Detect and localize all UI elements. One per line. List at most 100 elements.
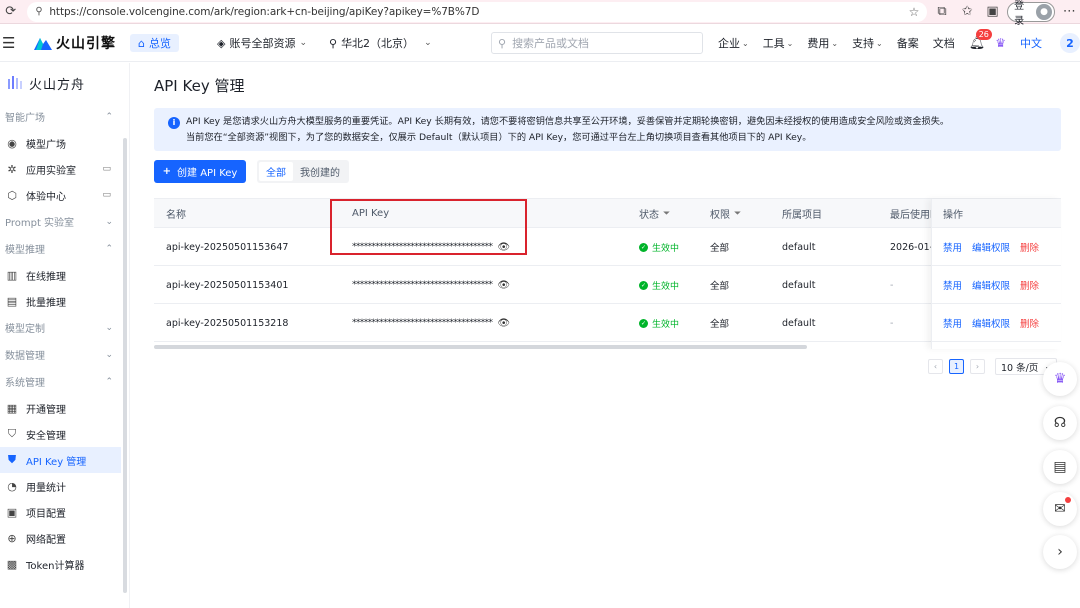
- nav-docs[interactable]: 文档: [933, 35, 955, 51]
- site-info-icon[interactable]: ⚲: [35, 6, 49, 17]
- chevron-right-icon: ›: [1057, 544, 1063, 560]
- sidebar-group-data-management[interactable]: 数据管理 ⌄: [0, 341, 129, 368]
- sidebar-item-security[interactable]: ⛉ 安全管理: [0, 421, 129, 447]
- sidebar-group-inference[interactable]: 模型推理 ⌃: [0, 235, 129, 262]
- notice-line-1: API Key 是您请求火山方舟大模型服务的重要凭证。API Key 长期有效，…: [186, 116, 950, 127]
- col-permission[interactable]: 权限 ⏷: [710, 199, 741, 228]
- sidebar-group-smart-square[interactable]: 智能广场 ⌃: [0, 103, 129, 130]
- overview-button[interactable]: ⌂ 总览: [130, 34, 179, 52]
- delete-button[interactable]: 删除: [1020, 240, 1039, 254]
- sidebar-item-network-config[interactable]: ⊕ 网络配置: [0, 525, 129, 551]
- sidebar-item-activation[interactable]: ▦ 开通管理: [0, 395, 129, 421]
- filter-icon[interactable]: ⏷: [663, 209, 670, 219]
- disable-button[interactable]: 禁用: [943, 278, 962, 292]
- edit-permission-button[interactable]: 编辑权限: [972, 316, 1010, 330]
- nav-billing[interactable]: 费用 ⌄: [807, 35, 838, 51]
- project-value: default: [782, 241, 816, 253]
- book-icon: ▤: [1053, 459, 1067, 475]
- table-row: api-key-20250501153401 *****************…: [154, 266, 1061, 304]
- filter-icon[interactable]: ⏷: [734, 209, 741, 219]
- external-window-icon: ▭: [102, 164, 111, 174]
- hamburger-menu-icon[interactable]: ☰: [2, 34, 24, 52]
- collections-icon[interactable]: ▣: [982, 1, 1003, 23]
- sidebar-group-system[interactable]: 系统管理 ⌃: [0, 368, 129, 395]
- delete-button[interactable]: 删除: [1020, 278, 1039, 292]
- eye-icon[interactable]: 👁︎: [497, 280, 510, 291]
- sidebar-item-experience[interactable]: ⬡ 体验中心 ▭: [0, 182, 129, 208]
- create-api-key-button[interactable]: + 创建 API Key: [154, 160, 246, 183]
- region-selector[interactable]: ⚲ 华北2（北京） ⌄: [329, 35, 432, 51]
- globe-icon: ⊕: [7, 531, 17, 545]
- search-input[interactable]: ⚲ 搜索产品或文档: [491, 32, 703, 54]
- more-menu-icon[interactable]: ⋯: [1059, 1, 1080, 23]
- project-value: default: [782, 279, 816, 291]
- filter-mine[interactable]: 我创建的: [293, 162, 347, 181]
- address-bar[interactable]: ⚲ https://console.volcengine.com/ark/reg…: [27, 1, 928, 22]
- main-content: API Key 管理 i API Key 是您请求火山方舟大模型服务的重要凭证。…: [131, 63, 1080, 608]
- sidebar-group-model-custom[interactable]: 模型定制 ⌄: [0, 314, 129, 341]
- edit-permission-button[interactable]: 编辑权限: [972, 278, 1010, 292]
- account-resource-selector[interactable]: ◈ 账号全部资源 ⌄: [217, 35, 307, 51]
- nav-support[interactable]: 支持 ⌄: [852, 35, 883, 51]
- edit-permission-button[interactable]: 编辑权限: [972, 240, 1010, 254]
- page-number-current[interactable]: 1: [949, 359, 964, 374]
- sidebar-item-app-lab[interactable]: ✲ 应用实验室 ▭: [0, 156, 129, 182]
- nav-enterprise[interactable]: 企业 ⌄: [718, 35, 749, 51]
- table-row: api-key-20250501153218 *****************…: [154, 304, 1061, 342]
- login-button[interactable]: 登录 ●: [1007, 1, 1055, 27]
- key-name: api-key-20250501153401: [166, 279, 289, 291]
- next-page-button[interactable]: ›: [970, 359, 985, 374]
- sidebar-item-project-config[interactable]: ▣ 项目配置: [0, 499, 129, 525]
- disable-button[interactable]: 禁用: [943, 316, 962, 330]
- ark-logo-icon: [8, 76, 22, 89]
- sidebar-scrollbar[interactable]: [123, 138, 127, 593]
- permission-value: 全部: [710, 243, 730, 254]
- layers-icon: ◈: [216, 36, 226, 50]
- reload-icon[interactable]: ⟳: [0, 1, 21, 23]
- extensions-icon[interactable]: ⧉: [931, 1, 952, 23]
- nav-filing[interactable]: 备案: [897, 35, 919, 51]
- check-icon: ✓: [639, 242, 648, 252]
- ai-assistant-button[interactable]: ♛: [1043, 362, 1077, 396]
- home-icon: ⌂: [138, 36, 145, 50]
- disable-button[interactable]: 禁用: [943, 240, 962, 254]
- gauge-icon: ◔: [7, 479, 17, 493]
- language-switch[interactable]: 中文: [1020, 35, 1042, 51]
- sidebar: 火山方舟 智能广场 ⌃ ◉ 模型广场 ✲ 应用实验室 ▭ ⬡ 体验中心 ▭ Prompt 实…: [0, 63, 130, 608]
- user-avatar[interactable]: 2: [1059, 33, 1080, 53]
- crown-icon[interactable]: ♛: [995, 36, 1006, 50]
- chevron-up-icon: ⌃: [105, 376, 113, 387]
- sidebar-item-usage[interactable]: ◔ 用量统计: [0, 473, 129, 499]
- docs-button[interactable]: ▤: [1043, 450, 1077, 484]
- status-badge: ✓ 生效中: [639, 280, 680, 292]
- bell-icon[interactable]: 🔔︎ 26: [969, 28, 992, 51]
- key-value: ************************************ 👁︎: [352, 317, 511, 329]
- feedback-button[interactable]: ✉: [1043, 492, 1077, 526]
- volcengine-logo-icon: [34, 38, 52, 50]
- sidebar-item-batch-inference[interactable]: ▤ 批量推理: [0, 288, 129, 314]
- nav-tools[interactable]: 工具 ⌄: [763, 35, 794, 51]
- sidebar-item-online-inference[interactable]: ▥ 在线推理: [0, 262, 129, 288]
- eye-icon[interactable]: 👁︎: [497, 242, 510, 253]
- notification-dot: [1065, 497, 1071, 503]
- col-api-key: API Key: [352, 208, 390, 219]
- shield-icon: ⛉: [7, 427, 17, 440]
- filter-all[interactable]: 全部: [259, 162, 293, 181]
- sidebar-item-model-square[interactable]: ◉ 模型广场: [0, 130, 129, 156]
- sidebar-item-token-calculator[interactable]: ▩ Token计算器: [0, 551, 129, 577]
- document-list-icon: ▦: [6, 401, 18, 415]
- bookmark-star-icon[interactable]: ☆: [909, 5, 920, 19]
- eye-icon[interactable]: 👁︎: [497, 318, 510, 329]
- customer-service-button[interactable]: ☊: [1043, 406, 1077, 440]
- table-horizontal-scrollbar[interactable]: [154, 345, 807, 349]
- prev-page-button[interactable]: ‹: [928, 359, 943, 374]
- brand-logo-link[interactable]: 火山引擎: [34, 33, 116, 53]
- col-actions: 操作: [943, 210, 963, 221]
- sidebar-group-prompt-lab[interactable]: Prompt 实验室 ⌄: [0, 208, 129, 235]
- expand-toolbar-button[interactable]: ›: [1043, 535, 1077, 569]
- sidebar-item-api-key[interactable]: ⛊ API Key 管理: [0, 447, 121, 473]
- check-icon: ✓: [639, 280, 648, 290]
- favorites-icon[interactable]: ✩: [957, 1, 978, 23]
- col-status[interactable]: 状态 ⏷: [639, 199, 670, 228]
- delete-button[interactable]: 删除: [1020, 316, 1039, 330]
